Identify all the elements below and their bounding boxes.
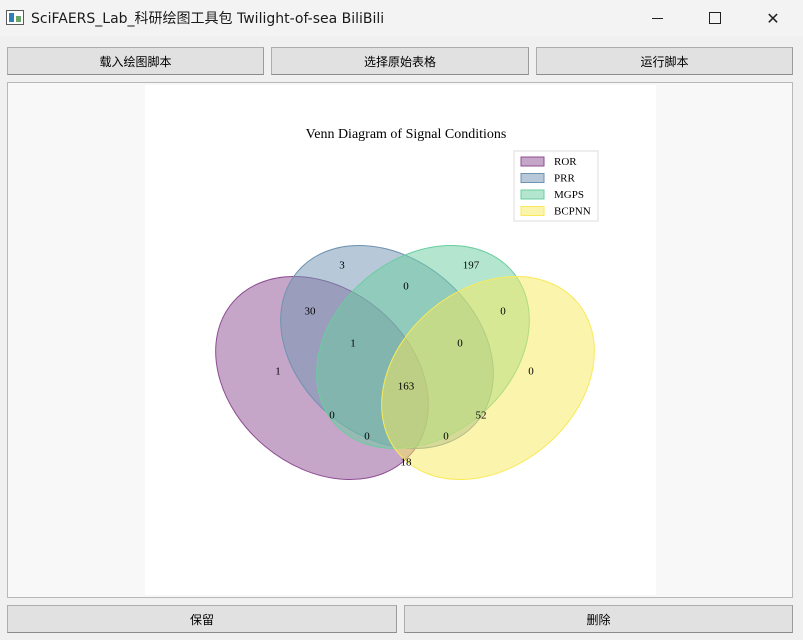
region-label-prr: 3 — [339, 260, 345, 272]
legend-label-prr: PRR — [554, 173, 575, 185]
title-bar: SciFAERS_Lab_科研绘图工具包 Twilight-of-sea Bil… — [0, 0, 803, 36]
region-label-ror-prr-bcpnn: 0 — [364, 431, 370, 443]
venn-diagram: Venn Diagram of Signal Conditions 1 3 197 0 3… — [215, 127, 599, 481]
window-title: SciFAERS_Lab_科研绘图工具包 Twilight-of-sea Bil… — [31, 11, 385, 27]
legend-swatch-prr — [520, 173, 545, 183]
region-label-mgps: 197 — [463, 260, 480, 272]
delete-button[interactable]: 删除 — [404, 605, 793, 633]
plot-canvas: Venn Diagram of Signal Conditions 1 3 197 0 3… — [145, 85, 656, 595]
region-label-bcpnn: 0 — [528, 366, 534, 378]
region-label-ror-mgps-bcpnn: 0 — [443, 431, 449, 443]
select-table-button[interactable]: 选择原始表格 — [271, 47, 529, 75]
legend-label-bcpnn: BCPNN — [554, 206, 591, 218]
close-icon: ✕ — [766, 8, 780, 28]
minimize-button[interactable] — [634, 0, 680, 36]
region-label-ror-bcpnn: 18 — [401, 457, 413, 469]
legend-label-ror: ROR — [554, 156, 577, 168]
legend-swatch-ror — [520, 156, 545, 167]
region-label-ror-mgps: 0 — [329, 410, 335, 422]
region-label-ror-prr-mgps: 1 — [350, 338, 356, 350]
legend-label-mgps: MGPS — [554, 189, 584, 201]
image-viewer: Venn Diagram of Signal Conditions 1 3 197 0 3… — [7, 82, 793, 598]
load-script-button[interactable]: 载入绘图脚本 — [7, 47, 264, 75]
legend-swatch-bcpnn — [520, 206, 545, 216]
app-icon — [6, 10, 24, 25]
region-label-ror: 1 — [275, 366, 281, 378]
region-label-ror-prr-mgps-bcpnn: 163 — [398, 381, 415, 393]
region-label-prr-mgps: 0 — [403, 281, 409, 293]
keep-button[interactable]: 保留 — [7, 605, 397, 633]
minimize-icon — [651, 17, 663, 19]
region-label-prr-bcpnn: 52 — [476, 410, 487, 422]
run-script-button[interactable]: 运行脚本 — [536, 47, 793, 75]
legend-swatch-mgps — [520, 189, 545, 200]
chart-title: Venn Diagram of Signal Conditions — [306, 127, 507, 142]
region-label-mgps-bcpnn: 0 — [500, 306, 506, 318]
region-label-prr-mgps-bcpnn: 0 — [457, 338, 463, 350]
maximize-button[interactable] — [692, 0, 738, 36]
close-button[interactable]: ✕ — [750, 0, 796, 36]
maximize-icon — [709, 12, 721, 24]
region-label-ror-prr: 30 — [305, 306, 317, 318]
